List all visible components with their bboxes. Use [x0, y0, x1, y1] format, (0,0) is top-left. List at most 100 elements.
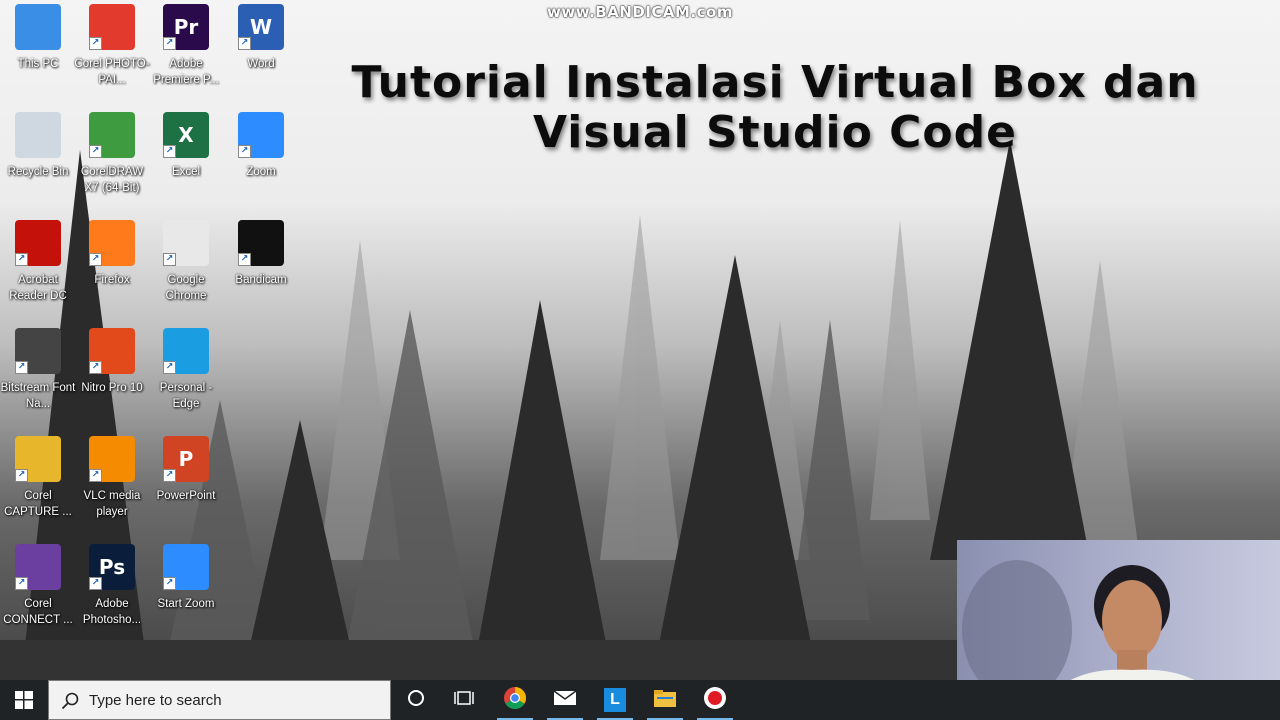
launcher-l-icon: L [604, 688, 626, 712]
desktop-icon-coreldraw[interactable]: ↗ CorelDRAW X7 (64-Bit) [74, 112, 150, 196]
search-icon [61, 692, 79, 715]
desktop-icon-word[interactable]: W ↗ Word [223, 4, 299, 72]
premiere-pro-icon: Pr ↗ [163, 4, 209, 50]
powerpoint-icon: P ↗ [163, 436, 209, 482]
desktop-icon-label: Bitstream Font Na... [0, 382, 76, 410]
taskbar-search-box[interactable]: Type here to search [48, 680, 391, 720]
shortcut-arrow-icon: ↗ [15, 577, 28, 590]
desktop-icon-label: Google Chrome [165, 274, 207, 302]
desktop-icon-label: Start Zoom [157, 598, 215, 610]
title-line-2: Visual Studio Code [533, 107, 1017, 158]
shortcut-arrow-icon: ↗ [163, 361, 176, 374]
nitro-pro-icon: ↗ [89, 328, 135, 374]
desktop-icon-excel[interactable]: X ↗ Excel [148, 112, 224, 180]
desktop-icon-label: Word [247, 58, 275, 70]
desktop-icon-powerpoint[interactable]: P ↗ PowerPoint [148, 436, 224, 504]
bitstream-font-navigator-icon: ↗ [15, 328, 61, 374]
cortana-icon [407, 689, 425, 712]
chrome-icon: ↗ [163, 220, 209, 266]
desktop-icon-label: Corel CONNECT ... [3, 598, 73, 626]
desktop-icon-label: Firefox [94, 274, 130, 286]
corel-capture-icon: ↗ [15, 436, 61, 482]
shortcut-arrow-icon: ↗ [163, 145, 176, 158]
taskbar-button-mail[interactable] [541, 680, 589, 720]
vlc-icon: ↗ [89, 436, 135, 482]
desktop-icon-label: Corel PHOTO-PAI... [74, 58, 150, 86]
desktop-icon-premiere-pro[interactable]: Pr ↗ Adobe Premiere P... [148, 4, 224, 88]
desktop-icon-recycle-bin[interactable]: Recycle Bin [0, 112, 76, 180]
shortcut-arrow-icon: ↗ [15, 361, 28, 374]
shortcut-arrow-icon: ↗ [89, 253, 102, 266]
shortcut-arrow-icon: ↗ [238, 145, 251, 158]
desktop-icon-acrobat-reader[interactable]: ↗ Acrobat Reader DC [0, 220, 76, 304]
shortcut-arrow-icon: ↗ [163, 37, 176, 50]
shortcut-arrow-icon: ↗ [15, 253, 28, 266]
mail-icon [553, 689, 577, 712]
desktop-icon-label: Adobe Premiere P... [153, 58, 219, 86]
search-placeholder: Type here to search [89, 692, 222, 709]
desktop-icon-this-pc[interactable]: This PC [0, 4, 76, 72]
start-button[interactable] [0, 680, 48, 720]
desktop-icon-label: Zoom [246, 166, 276, 178]
desktop-icon-vlc[interactable]: ↗ VLC media player [74, 436, 150, 520]
shortcut-arrow-icon: ↗ [89, 361, 102, 374]
this-pc-icon [15, 4, 61, 50]
desktop-icon-bandicam[interactable]: ↗ Bandicam [223, 220, 299, 288]
desktop-icon-start-zoom[interactable]: ↗ Start Zoom [148, 544, 224, 612]
shortcut-arrow-icon: ↗ [89, 577, 102, 590]
shortcut-arrow-icon: ↗ [163, 577, 176, 590]
desktop-icon-label: Bandicam [235, 274, 287, 286]
desktop-icon-label: Excel [171, 166, 201, 178]
shortcut-arrow-icon: ↗ [89, 37, 102, 50]
title-line-1: Tutorial Instalasi Virtual Box dan [351, 57, 1199, 108]
taskbar-button-chrome-taskbar[interactable] [491, 680, 539, 720]
desktop-icon-chrome[interactable]: ↗ Google Chrome [148, 220, 224, 304]
corel-connect-icon: ↗ [15, 544, 61, 590]
desktop-icon-corel-photo-paint[interactable]: ↗ Corel PHOTO-PAI... [74, 4, 150, 88]
desktop-icon-bitstream-font-navigator[interactable]: ↗ Bitstream Font Na... [0, 328, 76, 412]
acrobat-reader-icon: ↗ [15, 220, 61, 266]
zoom-icon: ↗ [238, 112, 284, 158]
taskbar-button-file-explorer[interactable] [641, 680, 689, 720]
desktop-icon-label: Adobe Photosho... [82, 598, 142, 626]
shortcut-arrow-icon: ↗ [15, 469, 28, 482]
start-zoom-icon: ↗ [163, 544, 209, 590]
desktop-icon-label: Corel CAPTURE ... [4, 490, 72, 518]
desktop-icon-zoom[interactable]: ↗ Zoom [223, 112, 299, 180]
shortcut-arrow-icon: ↗ [163, 469, 176, 482]
taskbar-button-cortana[interactable] [392, 680, 440, 720]
taskbar-button-bandicam-record[interactable] [691, 680, 739, 720]
shortcut-arrow-icon: ↗ [163, 253, 176, 266]
video-title-overlay: Tutorial Instalasi Virtual Box dan Visua… [330, 58, 1220, 158]
desktop-icon-nitro-pro[interactable]: ↗ Nitro Pro 10 [74, 328, 150, 396]
desktop-icon-label: Acrobat Reader DC [9, 274, 67, 302]
desktop-icon-edge[interactable]: ↗ Personal - Edge [148, 328, 224, 412]
task-view-icon [454, 689, 474, 712]
desktop-icon-label: CorelDRAW X7 (64-Bit) [80, 166, 144, 194]
shortcut-arrow-icon: ↗ [89, 145, 102, 158]
bandicam-record-icon [703, 686, 727, 715]
desktop-icon-firefox[interactable]: ↗ Firefox [74, 220, 150, 288]
recycle-bin-icon [15, 112, 61, 158]
shortcut-arrow-icon: ↗ [238, 253, 251, 266]
firefox-icon: ↗ [89, 220, 135, 266]
desktop-icon-corel-capture[interactable]: ↗ Corel CAPTURE ... [0, 436, 76, 520]
desktop-icon-label: This PC [17, 58, 59, 70]
taskbar: Type here to search L [0, 680, 1280, 720]
desktop-icon-label: Recycle Bin [7, 166, 69, 178]
desktop-icon-label: PowerPoint [156, 490, 216, 502]
edge-icon: ↗ [163, 328, 209, 374]
taskbar-button-task-view[interactable] [440, 680, 488, 720]
desktop-icon-label: Nitro Pro 10 [81, 382, 143, 394]
corel-photo-paint-icon: ↗ [89, 4, 135, 50]
chrome-taskbar-icon [503, 686, 527, 715]
photoshop-icon: Ps ↗ [89, 544, 135, 590]
taskbar-button-launcher-l[interactable]: L [591, 680, 639, 720]
coreldraw-icon: ↗ [89, 112, 135, 158]
excel-icon: X ↗ [163, 112, 209, 158]
windows-logo-icon [15, 691, 33, 709]
shortcut-arrow-icon: ↗ [238, 37, 251, 50]
file-explorer-icon [653, 688, 677, 713]
desktop-icon-photoshop[interactable]: Ps ↗ Adobe Photosho... [74, 544, 150, 628]
desktop-icon-corel-connect[interactable]: ↗ Corel CONNECT ... [0, 544, 76, 628]
